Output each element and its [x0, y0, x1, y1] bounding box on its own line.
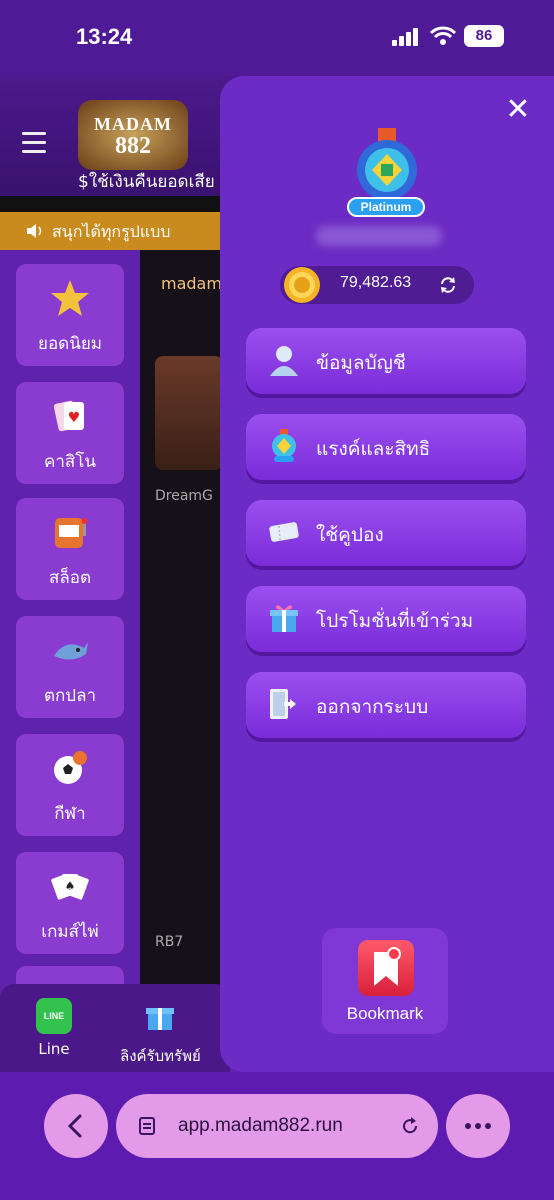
browser-toolbar: app.madam882.run	[0, 1072, 554, 1200]
speaker-icon	[27, 224, 42, 238]
marquee-text: สนุกได้ทุกรูปแบบ	[52, 222, 171, 241]
more-options-button[interactable]	[446, 1094, 510, 1158]
gift-icon	[146, 1008, 175, 1030]
ellipsis-icon	[465, 1123, 491, 1129]
category-slots[interactable]: สล็อต	[16, 498, 124, 600]
playing-cards-icon: ♠	[51, 874, 89, 900]
hamburger-menu-icon[interactable]	[22, 132, 46, 153]
refresh-icon[interactable]	[438, 275, 458, 295]
joined-promotions-button[interactable]: โปรโมชั่นที่เข้าร่วม	[246, 586, 526, 652]
nav-line[interactable]: LINE Line	[36, 998, 72, 1058]
status-bar: 13:24 86	[0, 0, 554, 76]
balance-display: 79,482.63	[280, 266, 474, 304]
page-icon	[139, 1117, 155, 1135]
account-info-button[interactable]: ข้อมูลบัญชี	[246, 328, 526, 394]
bottom-nav: LINE Line ลิงค์รับทรัพย์	[0, 984, 230, 1076]
address-bar[interactable]: app.madam882.run	[116, 1094, 438, 1158]
dreamgaming-thumbnail[interactable]	[155, 356, 223, 470]
game-thumb-label: DreamG	[155, 488, 213, 504]
coupon-icon	[269, 522, 299, 542]
url-text: app.madam882.run	[178, 1115, 343, 1136]
cellular-signal-icon	[392, 28, 422, 46]
account-side-panel: ✕ Platinum 79,482.63 ข้อมูลบัญชี แรงค์แล…	[220, 76, 554, 1072]
shark-icon	[54, 642, 88, 660]
close-icon[interactable]: ✕	[504, 95, 532, 125]
category-sports[interactable]: กีฬา	[16, 734, 124, 836]
cashback-text: $ใช้เงินคืนยอดเสีย (	[78, 172, 227, 192]
rb7-label: RB7	[155, 934, 184, 950]
nav-earn-link[interactable]: ลิงค์รับทรัพย์	[120, 998, 201, 1068]
reload-icon[interactable]	[400, 1116, 420, 1136]
provider-label: madam	[161, 274, 222, 293]
back-button[interactable]	[44, 1094, 108, 1158]
bookmark-icon	[358, 940, 414, 996]
madam882-logo: MADAM 882	[78, 100, 188, 170]
chevron-left-icon	[67, 1114, 82, 1138]
coin-icon	[284, 267, 320, 303]
balance-amount: 79,482.63	[340, 274, 412, 291]
category-casino[interactable]: ♥ คาสิโน	[16, 382, 124, 484]
logout-icon	[270, 689, 296, 719]
user-icon	[270, 346, 298, 376]
svg-text:♥: ♥	[68, 410, 81, 426]
rank-label: Platinum	[347, 197, 425, 217]
username-blurred	[316, 226, 442, 246]
svg-text:♠: ♠	[65, 879, 76, 893]
category-card-games[interactable]: ♠ เกมส์ไพ่	[16, 852, 124, 954]
line-icon: LINE	[36, 998, 72, 1034]
logout-button[interactable]: ออกจากระบบ	[246, 672, 526, 738]
cards-icon: ♥	[53, 400, 84, 432]
bookmark-button[interactable]: Bookmark	[322, 928, 448, 1034]
status-time: 13:24	[76, 24, 133, 49]
rank-medal-icon	[272, 429, 296, 462]
slot-machine-icon	[55, 518, 88, 548]
use-coupon-button[interactable]: ใช้คูปอง	[246, 500, 526, 566]
star-icon	[51, 280, 89, 316]
category-fishing[interactable]: ตกปลา	[16, 616, 124, 718]
wifi-icon	[430, 26, 456, 45]
gift-box-icon	[270, 605, 298, 632]
rank-and-privileges-button[interactable]: แรงค์และสิทธิ	[246, 414, 526, 480]
bookmark-label: Bookmark	[346, 1004, 424, 1023]
soccer-ball-icon	[54, 751, 87, 784]
category-popular[interactable]: ยอดนิยม	[16, 264, 124, 366]
battery-icon: 86	[464, 25, 504, 47]
